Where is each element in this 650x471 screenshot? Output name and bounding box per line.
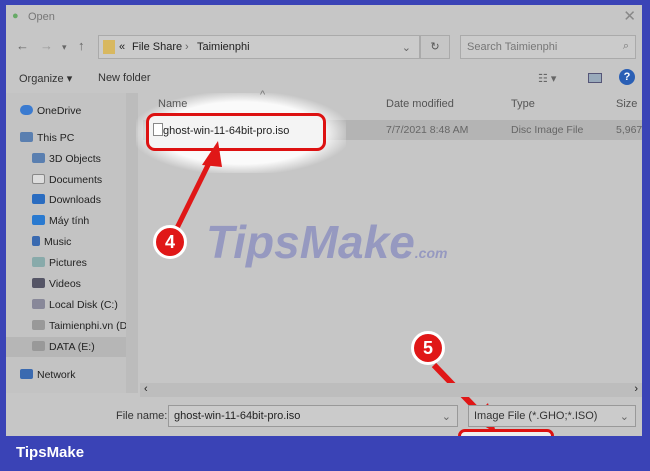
file-name-input[interactable]: ghost-win-11-64bit-pro.iso ⌄ <box>168 405 458 427</box>
scroll-right-icon: › <box>634 383 638 395</box>
chevron-down-icon: ⌄ <box>619 411 629 423</box>
arrow-4-head <box>202 141 222 167</box>
scroll-left-icon: ‹ <box>144 383 148 395</box>
step-5-badge: 5 <box>411 331 445 365</box>
step-4-badge: 4 <box>153 225 187 259</box>
file-name-label: File name: <box>116 410 168 422</box>
horizontal-scrollbar[interactable]: ‹ › <box>140 383 642 397</box>
open-button[interactable] <box>458 429 554 436</box>
open-dialog: ● Open ✕ ← → ▾ ↑ « File Share › Taimienp… <box>6 5 642 436</box>
file-type-select[interactable]: Image File (*.GHO;*.ISO) ⌄ <box>468 405 636 427</box>
chevron-down-icon: ⌄ <box>441 411 451 423</box>
callout-arrows <box>173 141 496 433</box>
arrow-4 <box>173 153 216 232</box>
brand-logo: TipsMake <box>16 444 85 461</box>
